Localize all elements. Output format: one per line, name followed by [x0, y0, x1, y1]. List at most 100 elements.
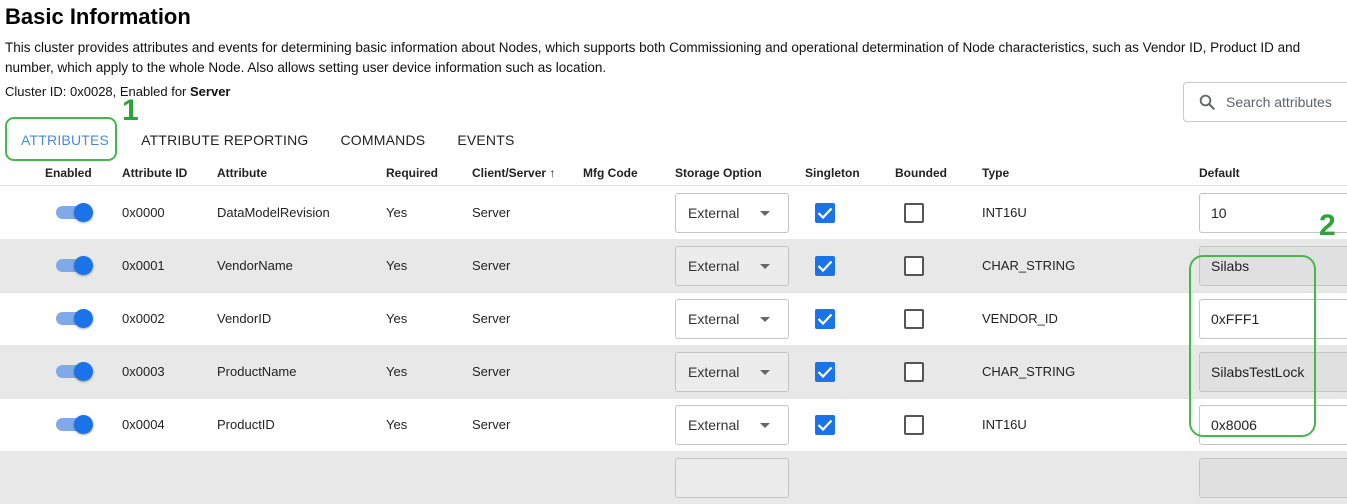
header-type[interactable]: Type	[982, 161, 1009, 185]
client-server-value: Server	[472, 417, 511, 432]
storage-option-select[interactable]: External	[675, 246, 789, 286]
toggle-knob	[74, 309, 93, 328]
header-bounded[interactable]: Bounded	[895, 161, 947, 185]
enabled-toggle[interactable]	[56, 362, 93, 381]
bounded-checkbox[interactable]	[904, 415, 924, 435]
toggle-knob	[74, 362, 93, 381]
header-storage-option[interactable]: Storage Option	[675, 161, 762, 185]
header-singleton[interactable]: Singleton	[805, 161, 860, 185]
table-row: 0x0001 VendorName Yes Server External CHAR_ST…	[0, 239, 1347, 293]
storage-option-value: External	[688, 364, 740, 380]
toggle-knob	[74, 256, 93, 275]
attribute-id: 0x0004	[122, 417, 165, 432]
tab-attribute-reporting[interactable]: ATTRIBUTE REPORTING	[125, 120, 324, 160]
attribute-name: ProductName	[217, 364, 297, 379]
type-value: INT16U	[982, 205, 1027, 220]
check-icon	[817, 207, 833, 220]
type-value: CHAR_STRING	[982, 258, 1076, 273]
storage-option-select[interactable]: External	[675, 352, 789, 392]
storage-option-value: External	[688, 417, 740, 433]
required-value: Yes	[386, 205, 408, 220]
bounded-checkbox[interactable]	[904, 309, 924, 329]
header-client-server[interactable]: Client/Server ↑	[472, 161, 555, 185]
storage-option-value: External	[688, 258, 740, 274]
attribute-id: 0x0001	[122, 258, 165, 273]
table-row: 0x0000 DataModelRevision Yes Server External…	[0, 186, 1347, 240]
check-icon	[817, 366, 833, 379]
singleton-checkbox[interactable]	[815, 415, 835, 435]
header-mfg-code[interactable]: Mfg Code	[583, 161, 638, 185]
enabled-toggle[interactable]	[56, 415, 93, 434]
attribute-id: 0x0003	[122, 364, 165, 379]
storage-option-select[interactable]: External	[675, 405, 789, 445]
attribute-name: ProductID	[217, 417, 275, 432]
required-value: Yes	[386, 417, 408, 432]
check-icon	[817, 260, 833, 273]
search-icon	[1199, 94, 1215, 110]
search-input[interactable]: Search attributes	[1226, 94, 1332, 110]
table-row: 0x0003 ProductName Yes Server External CHAR_S…	[0, 345, 1347, 399]
tabs-annotation-box	[5, 117, 117, 161]
enabled-toggle[interactable]	[56, 256, 93, 275]
client-server-value: Server	[472, 205, 511, 220]
tab-events[interactable]: EVENTS	[441, 120, 530, 160]
default-value-input[interactable]	[1199, 458, 1347, 498]
singleton-checkbox[interactable]	[815, 203, 835, 223]
singleton-checkbox[interactable]	[815, 362, 835, 382]
required-value: Yes	[386, 364, 408, 379]
attribute-id: 0x0000	[122, 205, 165, 220]
default-annotation-box	[1189, 255, 1316, 437]
cluster-description: This cluster provides attributes and eve…	[5, 38, 1347, 78]
annotation-number-1: 1	[122, 94, 139, 127]
toggle-knob	[74, 415, 93, 434]
singleton-checkbox[interactable]	[815, 256, 835, 276]
chevron-down-icon	[760, 370, 770, 375]
bounded-checkbox[interactable]	[904, 256, 924, 276]
check-icon	[817, 419, 833, 432]
bounded-checkbox[interactable]	[904, 362, 924, 382]
chevron-down-icon	[760, 264, 770, 269]
description-line-2: number, which apply to the whole Node. A…	[5, 60, 607, 75]
type-value: CHAR_STRING	[982, 364, 1076, 379]
required-value: Yes	[386, 311, 408, 326]
header-attribute[interactable]: Attribute	[217, 161, 267, 185]
table-row: 0x0004 ProductID Yes Server External INT16U 0x…	[0, 398, 1347, 452]
annotation-number-2: 2	[1319, 209, 1336, 242]
client-server-value: Server	[472, 311, 511, 326]
page-title: Basic Information	[5, 4, 191, 29]
attribute-name: VendorName	[217, 258, 293, 273]
type-value: VENDOR_ID	[982, 311, 1058, 326]
tab-commands[interactable]: COMMANDS	[324, 120, 441, 160]
table-header: Enabled Attribute ID Attribute Required …	[0, 161, 1347, 186]
attribute-name: VendorID	[217, 311, 272, 326]
singleton-checkbox[interactable]	[815, 309, 835, 329]
chevron-down-icon	[760, 317, 770, 322]
description-line-1: This cluster provides attributes and eve…	[5, 40, 1301, 55]
storage-option-select[interactable]: External	[675, 193, 789, 233]
header-attribute-id[interactable]: Attribute ID	[122, 161, 187, 185]
attribute-name: DataModelRevision	[217, 205, 330, 220]
cluster-side: Server	[190, 84, 231, 99]
header-enabled[interactable]: Enabled	[45, 161, 92, 185]
chevron-down-icon	[760, 423, 770, 428]
header-default[interactable]: Default	[1199, 161, 1240, 185]
search-attributes-field[interactable]: Search attributes	[1183, 82, 1347, 122]
enabled-toggle[interactable]	[56, 309, 93, 328]
enabled-toggle[interactable]	[56, 203, 93, 222]
storage-option-select[interactable]	[675, 458, 789, 498]
table-row: 0x0002 VendorID Yes Server External VENDOR_ID…	[0, 292, 1347, 346]
required-value: Yes	[386, 258, 408, 273]
header-required[interactable]: Required	[386, 161, 438, 185]
storage-option-value: External	[688, 311, 740, 327]
toggle-knob	[74, 203, 93, 222]
cluster-id-text: Cluster ID: 0x0028, Enabled for	[5, 84, 190, 99]
attribute-id: 0x0002	[122, 311, 165, 326]
table-row-partial	[0, 451, 1347, 504]
type-value: INT16U	[982, 417, 1027, 432]
check-icon	[817, 313, 833, 326]
bounded-checkbox[interactable]	[904, 203, 924, 223]
client-server-value: Server	[472, 364, 511, 379]
cluster-info: Cluster ID: 0x0028, Enabled for Server	[5, 84, 230, 99]
storage-option-value: External	[688, 205, 740, 221]
storage-option-select[interactable]: External	[675, 299, 789, 339]
